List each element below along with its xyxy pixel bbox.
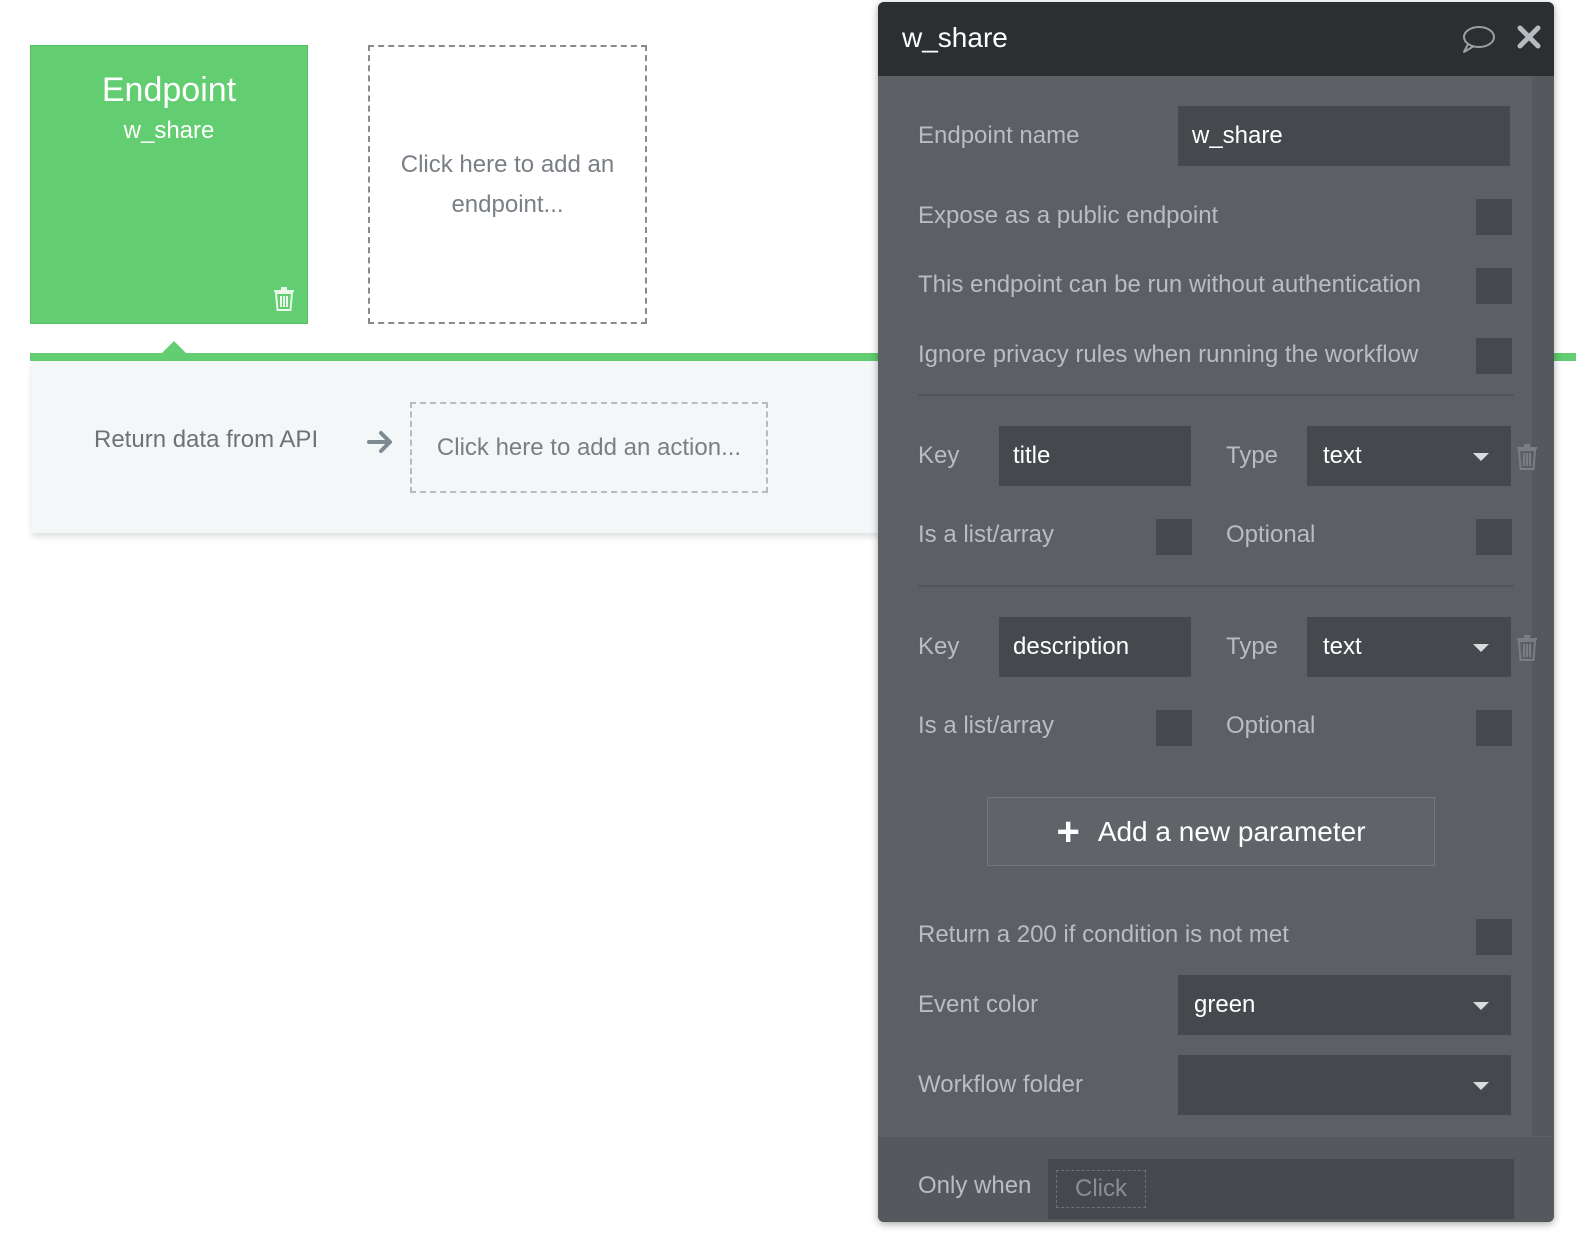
add-endpoint-placeholder[interactable]: Click here to add an endpoint...: [368, 45, 647, 324]
param-type-label: Type: [1226, 442, 1279, 469]
add-parameter-label: Add a new parameter: [1097, 815, 1366, 847]
ignore-privacy-label: Ignore privacy rules when running the wo…: [918, 341, 1419, 368]
panel-header: w_share: [878, 2, 1554, 76]
divider: [918, 585, 1514, 587]
event-color-dropdown[interactable]: green: [1178, 975, 1511, 1035]
param-type-dropdown[interactable]: text: [1307, 426, 1511, 486]
close-icon[interactable]: [1516, 24, 1542, 50]
step-label[interactable]: Return data from API: [94, 426, 318, 454]
add-parameter-button[interactable]: + Add a new parameter: [987, 797, 1435, 866]
endpoint-name-label: Endpoint name: [918, 122, 1080, 149]
param-list-label: Is a list/array: [918, 712, 1055, 739]
param-type-value: text: [1323, 442, 1362, 469]
only-when-placeholder[interactable]: Click: [1056, 1170, 1146, 1208]
no-auth-label: This endpoint can be run without authent…: [918, 271, 1422, 298]
param-type-label: Type: [1226, 633, 1279, 660]
param-list-checkbox[interactable]: [1156, 519, 1192, 555]
event-color-label: Event color: [918, 991, 1039, 1018]
param-key-label: Key: [918, 442, 960, 469]
workflow-folder-label: Workflow folder: [918, 1071, 1083, 1098]
param-key-input[interactable]: description: [999, 617, 1191, 677]
add-endpoint-label: Click here to add an endpoint...: [400, 150, 615, 218]
chevron-down-icon: [1473, 453, 1489, 461]
param-optional-checkbox[interactable]: [1476, 710, 1512, 746]
add-action-placeholder[interactable]: Click here to add an action...: [410, 402, 768, 493]
condition-footer: Only when Click: [878, 1137, 1554, 1222]
only-when-expression-field[interactable]: Click: [1048, 1159, 1514, 1219]
endpoint-card-title: Endpoint: [101, 71, 237, 109]
endpoint-card[interactable]: Endpoint w_share: [30, 45, 308, 324]
workflow-folder-dropdown[interactable]: [1178, 1055, 1511, 1115]
property-editor-panel: w_share Endpoint name w_share Expose as …: [878, 2, 1554, 1222]
param-type-value: text: [1323, 633, 1362, 660]
return-200-label: Return a 200 if condition is not met: [918, 921, 1289, 948]
trash-icon[interactable]: [273, 287, 295, 311]
param-key-input[interactable]: title: [999, 426, 1191, 486]
return-200-checkbox[interactable]: [1476, 919, 1512, 955]
expose-public-label: Expose as a public endpoint: [918, 202, 1219, 229]
ignore-privacy-checkbox[interactable]: [1476, 338, 1512, 374]
chevron-down-icon: [1473, 1082, 1489, 1090]
trash-icon[interactable]: [1516, 635, 1538, 661]
expose-public-checkbox[interactable]: [1476, 199, 1512, 235]
no-auth-checkbox[interactable]: [1476, 268, 1512, 304]
endpoint-name-input[interactable]: w_share: [1178, 106, 1510, 166]
param-optional-label: Optional: [1226, 521, 1316, 548]
endpoint-card-name: w_share: [123, 117, 215, 144]
workflow-strip: Return data from API Click here to add a…: [32, 361, 892, 533]
param-optional-checkbox[interactable]: [1476, 519, 1512, 555]
plus-icon: +: [1056, 809, 1080, 854]
arrow-right-icon: [367, 431, 392, 453]
param-list-label: Is a list/array: [918, 521, 1055, 548]
chevron-down-icon: [1473, 644, 1489, 652]
trash-icon[interactable]: [1516, 444, 1538, 470]
param-key-label: Key: [918, 633, 960, 660]
chevron-down-icon: [1473, 1002, 1489, 1010]
comment-icon[interactable]: [1460, 24, 1496, 54]
divider: [918, 394, 1514, 396]
param-type-dropdown[interactable]: text: [1307, 617, 1511, 677]
add-action-label: Click here to add an action...: [436, 433, 742, 461]
param-list-checkbox[interactable]: [1156, 710, 1192, 746]
panel-title: w_share: [902, 22, 1008, 53]
event-color-value: green: [1194, 991, 1256, 1018]
scrollbar[interactable]: [1532, 76, 1554, 1136]
param-optional-label: Optional: [1226, 712, 1316, 739]
only-when-label: Only when: [918, 1172, 1032, 1199]
